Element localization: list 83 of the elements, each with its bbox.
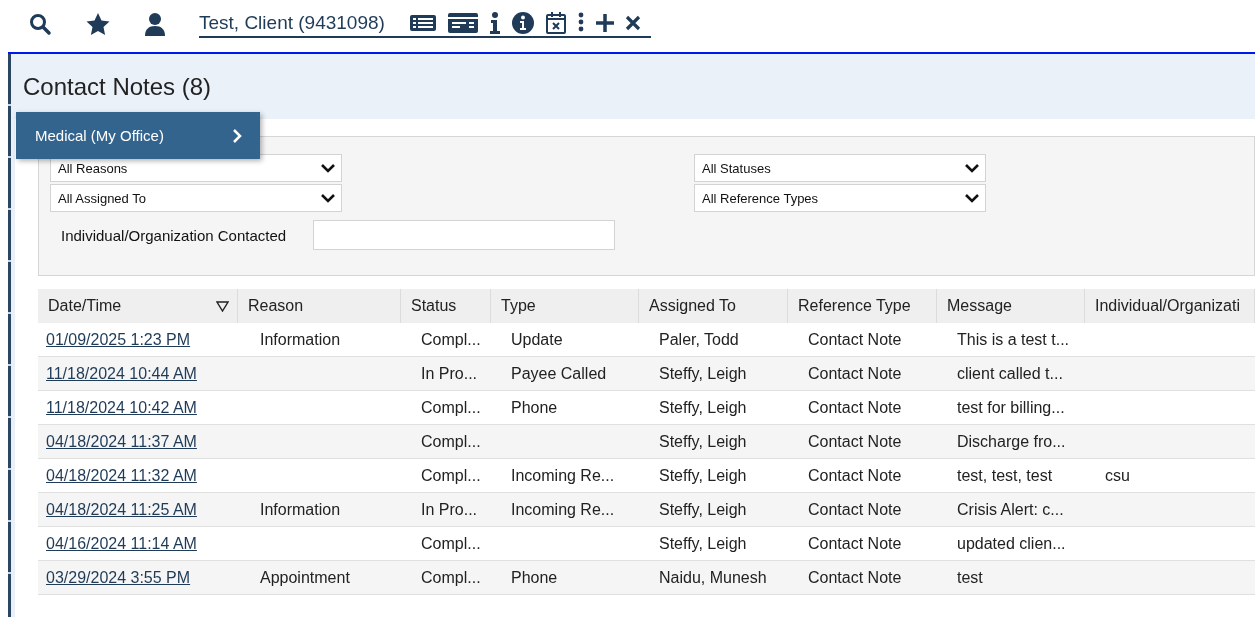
table-cell: Paler, Todd — [659, 330, 739, 349]
table-cell: Steffy, Leigh — [659, 500, 747, 519]
table-cell: Contact Note — [808, 432, 902, 451]
table-cell: Contact Note — [808, 330, 902, 349]
table-cell: test, test, test — [957, 466, 1053, 485]
table-cell: csu — [1105, 466, 1130, 485]
column-header[interactable]: Message — [937, 289, 1085, 323]
table-cell: Incoming Re... — [511, 500, 615, 519]
table-cell: test for billing... — [957, 398, 1065, 417]
date-link[interactable]: 04/18/2024 11:37 AM — [46, 432, 197, 451]
date-link[interactable]: 11/18/2024 10:42 AM — [46, 398, 197, 417]
table-cell: Appointment — [260, 568, 350, 587]
table-cell: Compl... — [421, 568, 481, 587]
table-cell: updated clien... — [957, 534, 1066, 553]
chevron-down-icon — [965, 163, 979, 173]
table-cell: Crisis Alert: c... — [957, 500, 1064, 519]
column-header[interactable]: Date/Time — [38, 289, 238, 323]
date-link[interactable]: 01/09/2025 1:23 PM — [46, 330, 191, 349]
contacted-input-field[interactable] — [313, 220, 616, 250]
office-menu[interactable]: Medical (My Office) — [16, 112, 260, 159]
table-cell: Phone — [511, 398, 558, 417]
table-cell: test — [957, 568, 983, 587]
column-header[interactable]: Assigned To — [639, 289, 788, 323]
dropdown[interactable]: All Reference Types — [694, 184, 986, 212]
date-link[interactable]: 03/29/2024 3:55 PM — [46, 568, 191, 587]
table-cell: Update — [511, 330, 563, 349]
page-title: Contact Notes (8) — [23, 72, 212, 101]
table-cell: Compl... — [421, 534, 481, 553]
table-cell: Contact Note — [808, 568, 902, 587]
table-cell: client called t... — [957, 364, 1063, 383]
column-header[interactable]: Reason — [238, 289, 401, 323]
table-cell: Discharge fro... — [957, 432, 1066, 451]
table-cell: Contact Note — [808, 398, 902, 417]
table-cell: Incoming Re... — [511, 466, 615, 485]
column-header[interactable]: Individual/Organizati — [1085, 289, 1255, 323]
table-cell: Contact Note — [808, 500, 902, 519]
table-cell: In Pro... — [421, 500, 478, 519]
table-cell: Steffy, Leigh — [659, 534, 747, 553]
table-cell: Compl... — [421, 398, 481, 417]
date-link[interactable]: 04/16/2024 11:14 AM — [46, 534, 197, 553]
dropdown[interactable]: All Statuses — [694, 154, 986, 182]
table-cell: Steffy, Leigh — [659, 432, 747, 451]
id-card-icon[interactable] — [446, 11, 479, 34]
close-icon[interactable] — [624, 14, 641, 31]
table-cell: Payee Called — [511, 364, 607, 383]
client-name-link[interactable]: Test, Client (9431098) — [199, 11, 385, 34]
star-icon[interactable] — [85, 12, 111, 36]
table-cell: Steffy, Leigh — [659, 364, 747, 383]
table-cell: Naidu, Munesh — [659, 568, 767, 587]
date-link[interactable]: 04/18/2024 11:25 AM — [46, 500, 197, 519]
date-link[interactable]: 04/18/2024 11:32 AM — [46, 466, 197, 485]
table-cell: Contact Note — [808, 364, 902, 383]
table-cell: Compl... — [421, 466, 481, 485]
chevron-right-icon — [232, 128, 242, 143]
list-icon[interactable] — [408, 12, 437, 33]
sort-triangle-icon — [216, 301, 229, 312]
chevron-down-icon — [965, 193, 979, 203]
table-cell: In Pro... — [421, 364, 478, 383]
date-link[interactable]: 11/18/2024 10:44 AM — [46, 364, 197, 383]
calendar-x-icon[interactable] — [544, 10, 567, 35]
table-cell: Steffy, Leigh — [659, 398, 747, 417]
field-label: Individual/Organization Contacted — [61, 226, 287, 244]
info-circle-icon[interactable] — [510, 10, 535, 35]
column-header[interactable]: Status — [401, 289, 491, 323]
table-cell: This is a test t... — [957, 330, 1070, 349]
column-header[interactable]: Reference Type — [788, 289, 937, 323]
table-cell: Compl... — [421, 330, 481, 349]
table-cell: Information — [260, 330, 341, 349]
table-cell: Compl... — [421, 432, 481, 451]
kebab-menu-icon[interactable] — [576, 11, 585, 34]
column-header[interactable]: Type — [491, 289, 639, 323]
dropdown[interactable]: All Assigned To — [50, 184, 342, 212]
table-cell: Information — [260, 500, 341, 519]
table-cell: Steffy, Leigh — [659, 466, 747, 485]
chevron-down-icon — [321, 163, 335, 173]
user-icon[interactable] — [144, 12, 166, 36]
table-cell: Contact Note — [808, 534, 902, 553]
table-cell: Phone — [511, 568, 558, 587]
info-icon[interactable] — [488, 10, 501, 35]
search-icon[interactable] — [28, 12, 52, 36]
table-cell: Contact Note — [808, 466, 902, 485]
plus-icon[interactable] — [594, 12, 615, 33]
chevron-down-icon — [321, 193, 335, 203]
